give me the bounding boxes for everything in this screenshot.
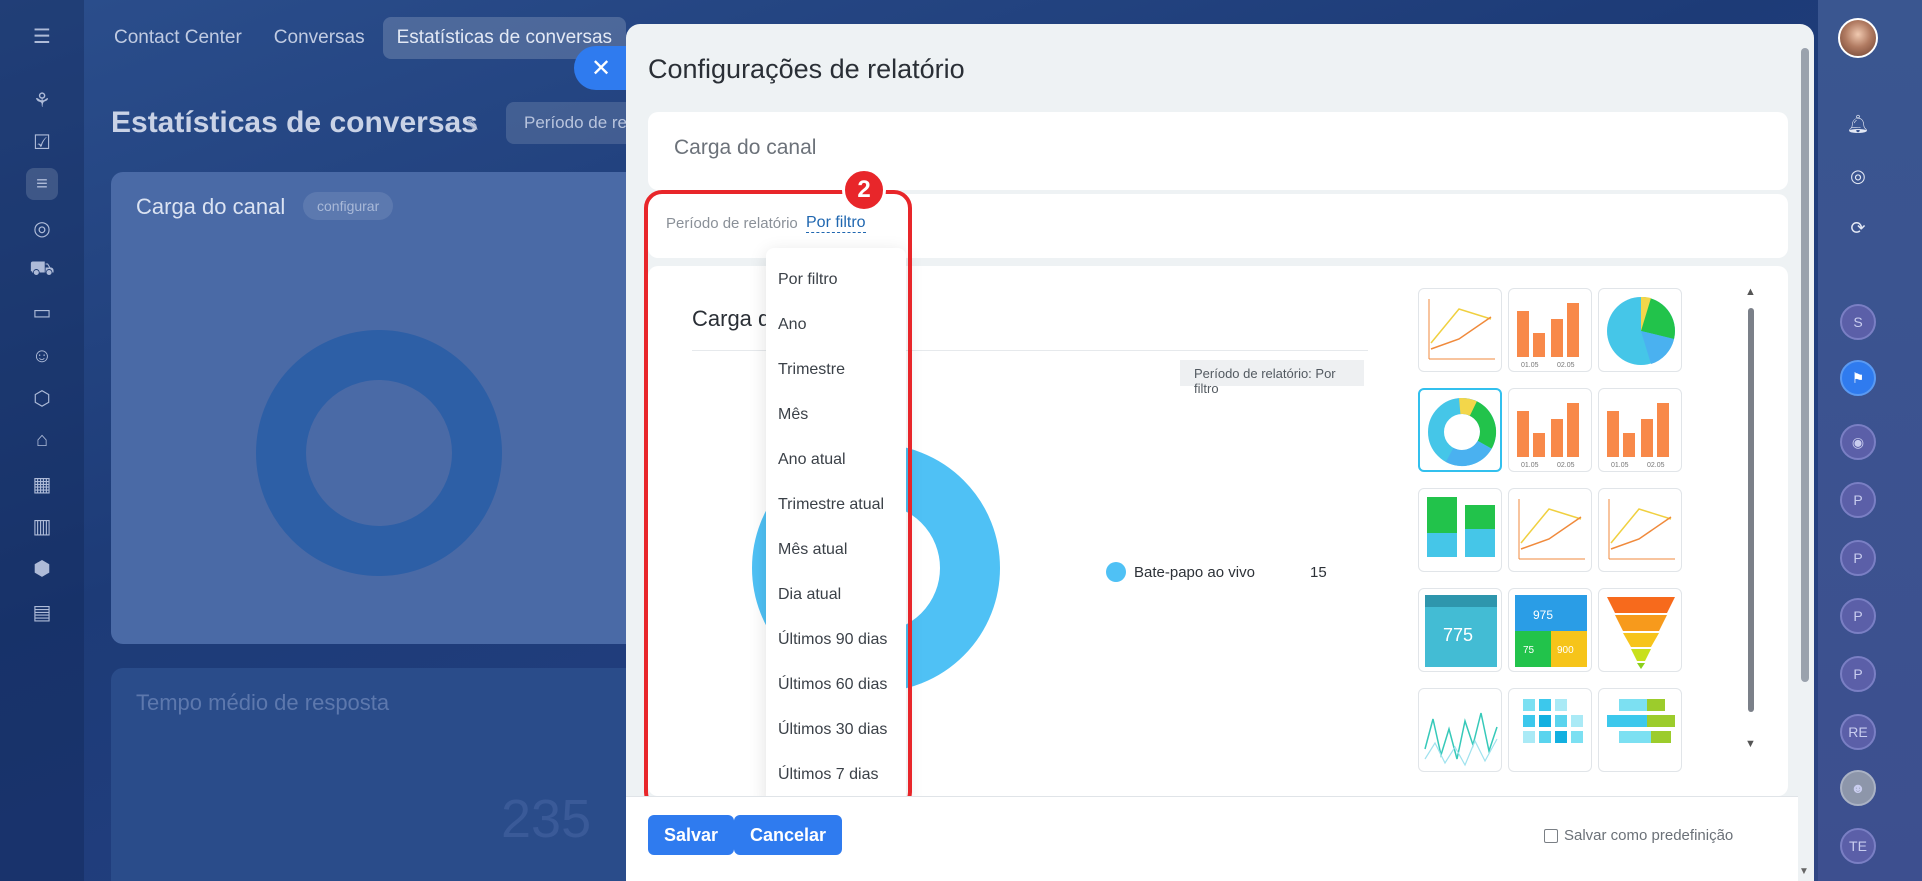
card-icon[interactable]: ▭: [26, 296, 58, 328]
chart-type-heatmap[interactable]: [1508, 688, 1592, 772]
calendar-icon[interactable]: ▦: [26, 468, 58, 500]
chart-type-bar-3[interactable]: 01.05 02.05: [1598, 388, 1682, 472]
preset-checkbox[interactable]: [1544, 828, 1558, 843]
bar-x-label: 01.05: [1521, 462, 1539, 469]
chart-type-gantt[interactable]: [1598, 688, 1682, 772]
gallery-scroll-track[interactable]: ▲ ▼: [1744, 286, 1758, 756]
user-avatar[interactable]: [1838, 18, 1878, 58]
multi-widget-value: 900: [1557, 645, 1574, 656]
flow-icon[interactable]: ⚘: [26, 84, 58, 116]
support-icon[interactable]: ◉: [1840, 424, 1876, 460]
rail-avatar[interactable]: P: [1840, 656, 1876, 692]
bar-x-label: 02.05: [1557, 462, 1575, 469]
rail-avatar[interactable]: P: [1840, 540, 1876, 576]
page-title: Estatísticas de conversas: [111, 106, 478, 139]
tasks-icon[interactable]: ☑: [26, 126, 58, 158]
multi-widget-value: 975: [1533, 608, 1553, 622]
legend-color-dot: [1106, 562, 1126, 582]
bg-card2-title: Tempo médio de resposta: [136, 690, 390, 715]
filter-icon[interactable]: ≡: [26, 168, 58, 200]
bell-icon[interactable]: 🔔︎: [1838, 104, 1878, 144]
multi-widget-value: 75: [1523, 645, 1535, 656]
step-badge: 2: [842, 168, 886, 212]
preset-label: Salvar como predefinição: [1564, 827, 1734, 844]
bar-x-label: 02.05: [1647, 462, 1665, 469]
tutorial-highlight-frame: [644, 190, 912, 810]
bar-x-label: 01.05: [1521, 362, 1539, 369]
chart-type-line-2[interactable]: [1508, 488, 1592, 572]
tab-conversas[interactable]: Conversas: [260, 17, 379, 59]
gallery-scroll-thumb[interactable]: [1748, 308, 1754, 712]
scroll-up-icon[interactable]: ▲: [1745, 286, 1756, 298]
top-tabs: Contact Center Conversas Estatísticas de…: [100, 14, 627, 62]
cancel-button[interactable]: Cancelar: [734, 815, 843, 855]
rail-avatar[interactable]: S: [1840, 304, 1876, 340]
chart-type-pie[interactable]: [1598, 288, 1682, 372]
scroll-down-icon[interactable]: ▼: [1745, 738, 1756, 750]
bar-x-label: 01.05: [1611, 462, 1629, 469]
box-icon[interactable]: ⬡: [26, 382, 58, 414]
chart-type-number[interactable]: 775: [1418, 588, 1502, 672]
configure-button[interactable]: configurar: [303, 192, 394, 220]
chart-type-gallery: 01.05 02.05 01.05 02.05 01.05 02.05 775 …: [1406, 288, 1746, 772]
panel-title: Configurações de relatório: [648, 54, 965, 84]
bg-card-channel-load: Carga do canal configurar: [111, 172, 651, 644]
rail-avatar[interactable]: P: [1840, 482, 1876, 518]
chart-type-multi-number[interactable]: 975 75 900: [1508, 588, 1592, 672]
chart-type-line-3[interactable]: [1598, 488, 1682, 572]
chart-type-bar[interactable]: 01.05 02.05: [1508, 288, 1592, 372]
left-navigation-rail: ☰ ⚘ ☑ ≡ ◎ ⛟ ▭ ☺ ⬡ ⌂ ▦ ▥ ⬢ ▤: [0, 0, 84, 881]
pin-icon[interactable]: ✎: [466, 116, 479, 136]
tab-contact-center[interactable]: Contact Center: [100, 17, 256, 59]
bar-x-label: 02.05: [1557, 362, 1575, 369]
menu-icon[interactable]: ☰: [26, 20, 58, 52]
robot-icon[interactable]: ☺: [26, 340, 58, 372]
chart-icon[interactable]: ▥: [26, 510, 58, 542]
bg-card-response-time: Tempo médio de resposta 235: [111, 668, 651, 881]
chart-type-donut[interactable]: [1418, 388, 1502, 472]
legend-label: Bate-papo ao vivo: [1134, 564, 1255, 581]
rail-avatar[interactable]: P: [1840, 598, 1876, 634]
chart-type-bar-2[interactable]: 01.05 02.05: [1508, 388, 1592, 472]
close-panel-button[interactable]: ✕: [574, 46, 628, 90]
bg-card2-number: 235: [501, 789, 592, 849]
store-icon[interactable]: ⌂: [26, 424, 58, 456]
panel-scrollbar[interactable]: [1801, 48, 1809, 682]
preview-period-tag: Período de relatório: Por filtro: [1180, 360, 1364, 396]
shield-icon[interactable]: ⬢: [26, 552, 58, 584]
cart-icon[interactable]: ⛟: [26, 254, 58, 286]
close-icon: ✕: [590, 54, 612, 82]
rail-avatar[interactable]: TE: [1840, 828, 1876, 864]
cat-avatar[interactable]: ☻: [1840, 770, 1876, 806]
sync-icon[interactable]: ⟳: [1838, 208, 1878, 248]
report-name-box: [648, 112, 1788, 190]
scroll-down-icon[interactable]: ▼: [1799, 866, 1809, 877]
number-widget-value: 775: [1443, 625, 1473, 645]
bg-card-title: Carga do canal: [136, 194, 286, 219]
chart-type-line[interactable]: [1418, 288, 1502, 372]
chart-type-funnel[interactable]: [1598, 588, 1682, 672]
target-icon[interactable]: ◎: [26, 212, 58, 244]
chart-type-area-line[interactable]: [1418, 688, 1502, 772]
chart-type-stacked-bar[interactable]: [1418, 488, 1502, 572]
report-name-input[interactable]: [674, 136, 1574, 160]
period-filter-pill[interactable]: Período de re: [506, 102, 646, 144]
radar-icon[interactable]: ◎: [1838, 156, 1878, 196]
legend-value: 15: [1310, 564, 1327, 581]
document-icon[interactable]: ▤: [26, 596, 58, 628]
panel-footer: Salvar Cancelar Salvar como predefinição: [626, 796, 1798, 881]
rail-avatar[interactable]: RE: [1840, 714, 1876, 750]
bookmark-icon[interactable]: ⚑: [1840, 360, 1876, 396]
save-preset-option[interactable]: Salvar como predefinição: [1544, 827, 1733, 844]
bg-donut-chart: [256, 330, 502, 576]
save-button[interactable]: Salvar: [648, 815, 735, 855]
